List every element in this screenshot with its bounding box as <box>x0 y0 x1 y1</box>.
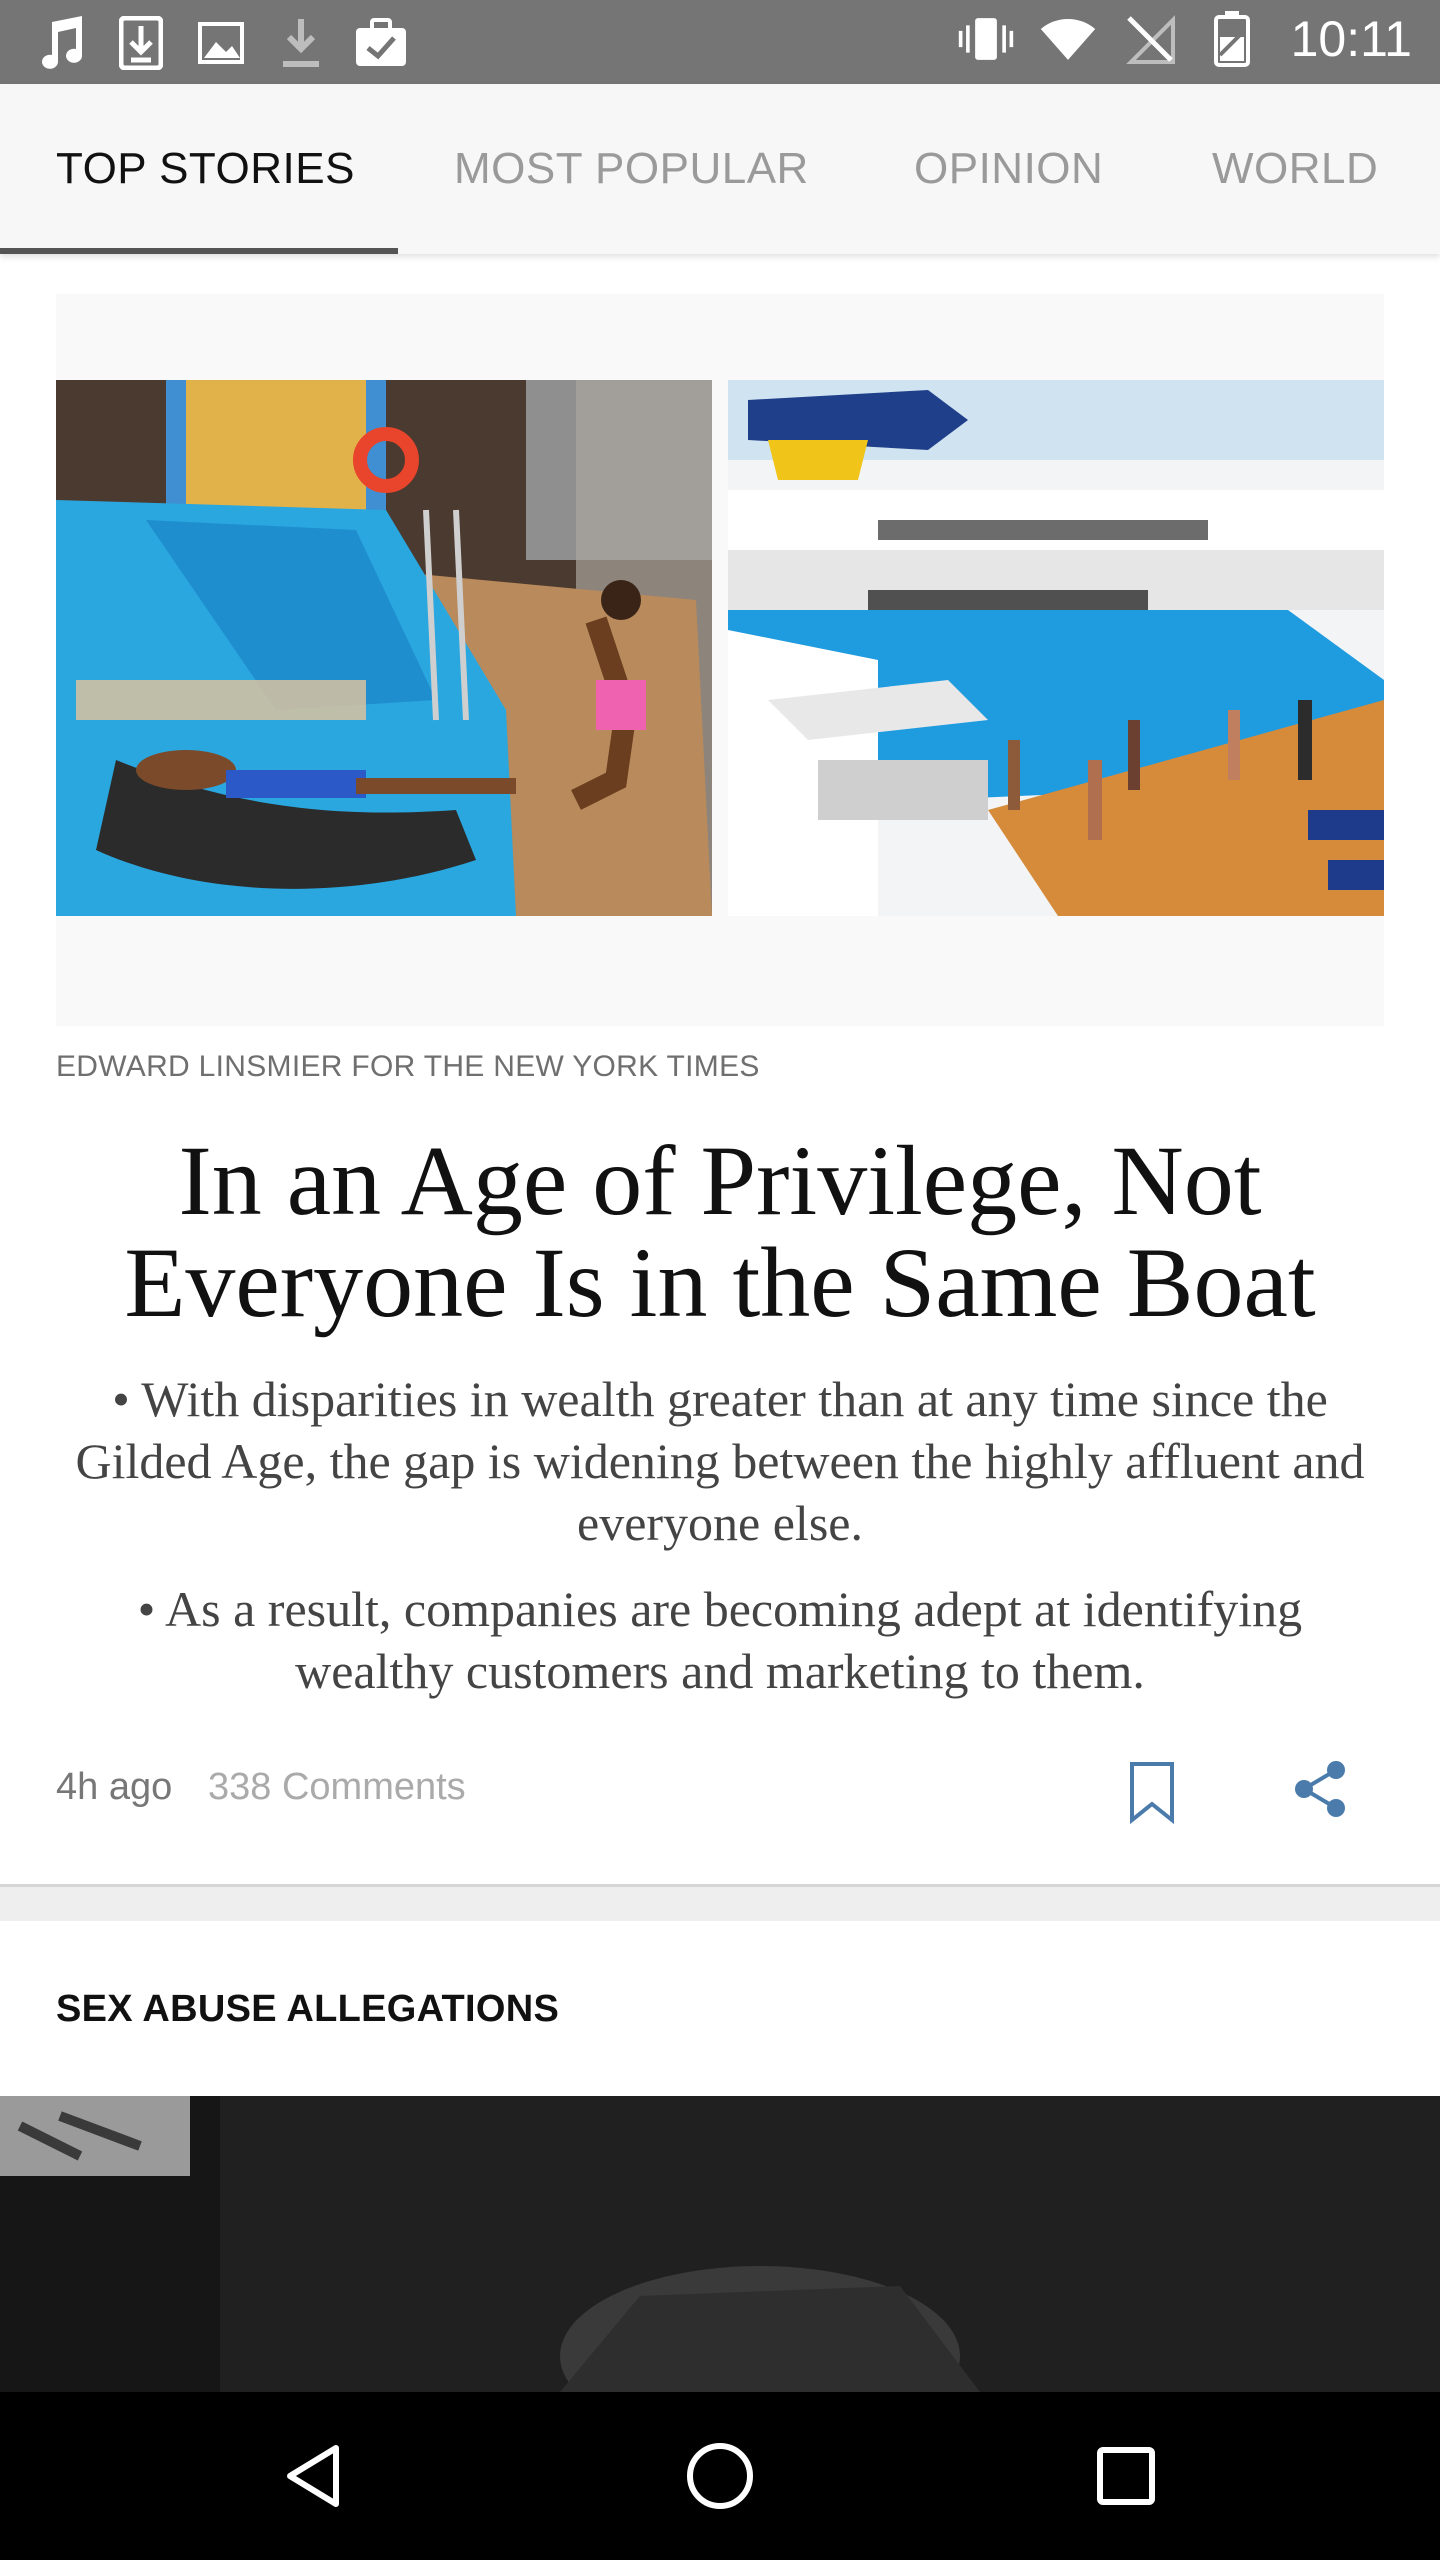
download-icon <box>272 14 330 72</box>
summary-point-2: • As a result, companies are becoming ad… <box>137 1581 1303 1699</box>
tab-opinion[interactable]: OPINION <box>914 84 1103 254</box>
battery-icon <box>1203 10 1261 68</box>
no-sim-icon <box>1121 10 1179 68</box>
section-label[interactable]: SEX ABUSE ALLEGATIONS <box>56 1988 559 2031</box>
article-headline[interactable]: In an Age of Privilege, Not Everyone Is … <box>56 1130 1384 1334</box>
cruise-ship-deck-photo <box>728 380 1384 916</box>
back-button[interactable] <box>276 2436 356 2516</box>
bookmark-icon <box>1130 1762 1174 1825</box>
spa-pool-photo <box>56 380 712 916</box>
active-tab-indicator <box>0 248 398 254</box>
article-divider <box>0 1884 1440 1921</box>
share-icon <box>1295 1761 1345 1817</box>
vibrate-icon <box>957 10 1015 68</box>
image-icon <box>192 14 250 72</box>
wifi-icon <box>1039 10 1097 68</box>
article-timestamp: 4h ago <box>56 1766 173 1808</box>
tab-top-stories[interactable]: TOP STORIES <box>56 84 355 254</box>
music-note-icon <box>32 14 90 72</box>
bookmark-button[interactable] <box>1126 1760 1178 1825</box>
status-notifications <box>32 14 410 72</box>
photo-credit: EDWARD LINSMIER FOR THE NEW YORK TIMES <box>56 1050 760 1083</box>
home-circle-icon <box>687 2443 753 2509</box>
next-article-photo <box>0 2096 1440 2392</box>
back-triangle-icon <box>287 2445 339 2507</box>
comments-link[interactable]: 338 Comments <box>208 1766 466 1809</box>
system-nav-bar <box>0 2392 1440 2560</box>
tab-most-popular[interactable]: MOST POPULAR <box>454 84 809 254</box>
home-button[interactable] <box>680 2436 760 2516</box>
status-bar: 10:11 <box>0 0 1440 84</box>
recents-button[interactable] <box>1086 2436 1166 2516</box>
status-time: 10:11 <box>1290 11 1412 67</box>
clipboard-check-icon <box>352 14 410 72</box>
section-tab-bar: TOP STORIES MOST POPULAR OPINION WORLD <box>0 84 1440 254</box>
lead-article-image[interactable] <box>56 294 1384 1026</box>
download-box-icon <box>112 14 170 72</box>
tab-world[interactable]: WORLD <box>1212 84 1378 254</box>
share-button[interactable] <box>1292 1760 1348 1818</box>
summary-point-1: • With disparities in wealth greater tha… <box>75 1371 1365 1551</box>
next-article-image[interactable] <box>0 2096 1440 2392</box>
recents-square-icon <box>1097 2447 1155 2505</box>
status-system: 10:11 <box>957 10 1412 68</box>
